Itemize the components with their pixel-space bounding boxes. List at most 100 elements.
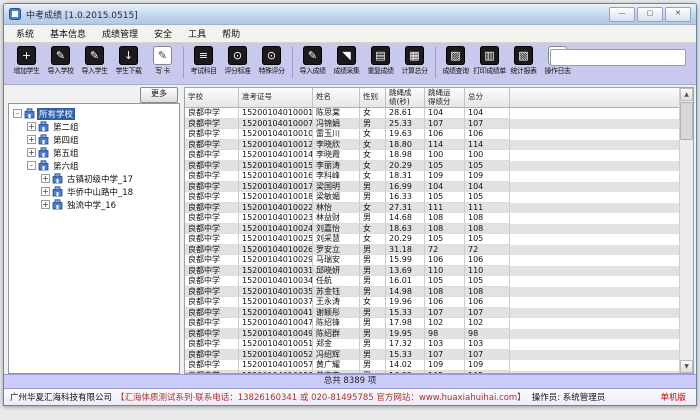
table-row[interactable]: 良都中学15200104010037王永涛女19.96106106 (185, 297, 679, 308)
more-button[interactable]: 更多 (140, 87, 178, 103)
maximize-icon[interactable]: ▢ (637, 7, 663, 22)
scrollbar-track[interactable] (680, 101, 693, 360)
school-icon (38, 134, 49, 145)
table-row[interactable]: 良都中学15200104010041谢颖彤男15.33107107 (185, 308, 679, 319)
column-header[interactable]: 准考证号 (239, 88, 313, 107)
table-row[interactable]: 良都中学15200104010015李丽涛女20.29105105 (185, 161, 679, 172)
tree-node[interactable]: +第四组 (11, 133, 179, 146)
import-scores-button[interactable]: ✎导入成绩 (296, 46, 329, 76)
table-cell: 良都中学 (185, 266, 239, 277)
table-row[interactable]: 良都中学15200104010022林怡女27.31111111 (185, 203, 679, 214)
student-download-button[interactable]: ↓学生下载 (112, 46, 145, 76)
table-row[interactable]: 良都中学15200104010017梁国明男16.99104104 (185, 182, 679, 193)
add-student-button[interactable]: +增加学生 (10, 46, 43, 76)
expand-icon[interactable]: + (27, 122, 36, 131)
table-row[interactable]: 良都中学15200104010012李晓欣女18.80114114 (185, 140, 679, 151)
table-row[interactable]: 良都中学15200104010029马瑞安男15.99106106 (185, 255, 679, 266)
table-cell: 男 (360, 329, 386, 340)
scrollbar-thumb[interactable] (680, 102, 693, 140)
table-cell: 15.33 (386, 308, 425, 319)
tree-node[interactable]: + 独流中学_16 (11, 198, 179, 211)
table-row[interactable]: 良都中学15200104010023林益财男14.68108108 (185, 213, 679, 224)
column-header[interactable]: 跳绳成 绩(秒) (386, 88, 425, 107)
table-row[interactable]: 良都中学15200104010018梁敏媚男16.33105105 (185, 192, 679, 203)
column-header[interactable]: 姓名 (313, 88, 360, 107)
tree-node[interactable]: -第六组 (11, 159, 179, 172)
search-input[interactable] (550, 49, 686, 66)
tree-node[interactable]: +古镇初级中学_17 (11, 172, 179, 185)
expand-icon[interactable]: + (41, 187, 50, 196)
table-cell: 105 (425, 276, 465, 287)
expand-icon[interactable]: + (27, 135, 36, 144)
contact-info: 【汇海体质测试系列·联系电话：13826160341 或 020-8149578… (116, 391, 526, 403)
toolbar-button-label: 成绩查询 (443, 66, 469, 76)
table-cell: 女 (360, 129, 386, 140)
menu-item[interactable]: 工具 (180, 26, 214, 42)
table-row[interactable]: 良都中学15200104010026罗安立男31.187272 (185, 245, 679, 256)
table-cell: 15200104010016 (239, 171, 313, 182)
table-cell: 李丽涛 (313, 161, 360, 172)
close-icon[interactable]: ✕ (665, 7, 691, 22)
collapse-icon[interactable]: - (27, 161, 36, 170)
expand-icon[interactable]: + (41, 174, 50, 183)
print-report-button[interactable]: ▥打印成绩单 (473, 46, 506, 76)
table-row[interactable]: 良都中学15200104010057黄广耀男14.02109109 (185, 360, 679, 371)
table-row[interactable]: 良都中学15200104010047陈绍锋男17.98102102 (185, 318, 679, 329)
table-cell: 良都中学 (185, 255, 239, 266)
scroll-up-icon[interactable]: ▲ (680, 88, 693, 101)
tree-node[interactable]: +第二组 (11, 120, 179, 133)
column-header[interactable]: 性别 (360, 88, 386, 107)
table-row[interactable]: 良都中学15200104010035苏金钰男14.98108108 (185, 287, 679, 298)
duplicate-scores-button[interactable]: ▤重复成绩 (364, 46, 397, 76)
table-row[interactable]: 良都中学15200104010024刘嘉怡女18.63108108 (185, 224, 679, 235)
table-row[interactable]: 良都中学15200104010051郑金男17.32103103 (185, 339, 679, 350)
table-row[interactable]: 良都中学15200104010031邱晓妍男13.69110110 (185, 266, 679, 277)
title-bar[interactable]: 中考成绩 [1.0.2015.0515] — ▢ ✕ (4, 4, 696, 25)
tree-node[interactable]: +华侨中山路中_18 (11, 185, 179, 198)
table-row[interactable]: 良都中学15200104010010雷玉川女19.63106106 (185, 129, 679, 140)
toolbar-separator (435, 47, 436, 78)
menu-item[interactable]: 安全 (146, 26, 180, 42)
exam-subjects-button[interactable]: ≡考试科目 (187, 46, 220, 76)
table-cell: 15200104010025 (239, 234, 313, 245)
tree-node-label: 独流中学_16 (65, 199, 118, 211)
score-collection-button[interactable]: ◥成绩采集 (330, 46, 363, 76)
table-row[interactable]: 良都中学15200104010014李晓霞女18.98100100 (185, 150, 679, 161)
import-school-button[interactable]: ✎导入学校 (44, 46, 77, 76)
column-header[interactable]: 总分 (465, 88, 510, 107)
vertical-scrollbar[interactable]: ▲ ▼ (679, 88, 693, 373)
table-cell: 105 (425, 371, 465, 374)
table-row[interactable]: 良都中学15200104010034任航男16.01105105 (185, 276, 679, 287)
menu-item[interactable]: 基本信息 (42, 26, 94, 42)
import-student-button[interactable]: ✎导入学生 (78, 46, 111, 76)
special-scoring-button[interactable]: ⊙特殊评分 (255, 46, 288, 76)
expand-icon[interactable]: + (27, 148, 36, 157)
column-header[interactable]: 跳绳运 得绩分 (425, 88, 465, 107)
table-row[interactable]: 良都中学15200104010025刘采慧女20.29105105 (185, 234, 679, 245)
table-row[interactable]: 良都中学15200104010052冯绍辉男15.33107107 (185, 350, 679, 361)
table-cell: 98 (425, 329, 465, 340)
scoring-standard-button[interactable]: ⊙评分标准 (221, 46, 254, 76)
calc-total-button[interactable]: ▦计算总分 (398, 46, 431, 76)
collapse-icon[interactable]: - (13, 109, 22, 118)
expand-icon[interactable]: + (41, 200, 50, 209)
score-query-button[interactable]: ▨成绩查询 (439, 46, 472, 76)
write-card-button[interactable]: ✎写 卡 (146, 46, 179, 76)
import-school-icon: ✎ (51, 46, 70, 65)
column-header[interactable]: 学校 (185, 88, 239, 107)
table-row[interactable]: 良都中学15200104010059黄文杰男16.32105105 (185, 371, 679, 374)
menu-item[interactable]: 成绩管理 (94, 26, 146, 42)
table-row[interactable]: 良都中学15200104010007冯锦娟男25.33107107 (185, 119, 679, 130)
stats-report-button[interactable]: ▧统计报表 (507, 46, 540, 76)
table-cell: 110 (425, 266, 465, 277)
table-row[interactable]: 良都中学15200104010001陈思棠女28.61104104 (185, 108, 679, 119)
table-cell: 15.33 (386, 350, 425, 361)
table-row[interactable]: 良都中学15200104010049陈绍群男19.959898 (185, 329, 679, 340)
minimize-icon[interactable]: — (609, 7, 635, 22)
scroll-down-icon[interactable]: ▼ (680, 360, 693, 373)
table-row[interactable]: 良都中学15200104010016李科峰女18.31109109 (185, 171, 679, 182)
menu-item[interactable]: 系统 (8, 26, 42, 42)
menu-item[interactable]: 帮助 (214, 26, 248, 42)
tree-node[interactable]: +第五组 (11, 146, 179, 159)
tree-node[interactable]: -所有学校 (11, 107, 179, 120)
